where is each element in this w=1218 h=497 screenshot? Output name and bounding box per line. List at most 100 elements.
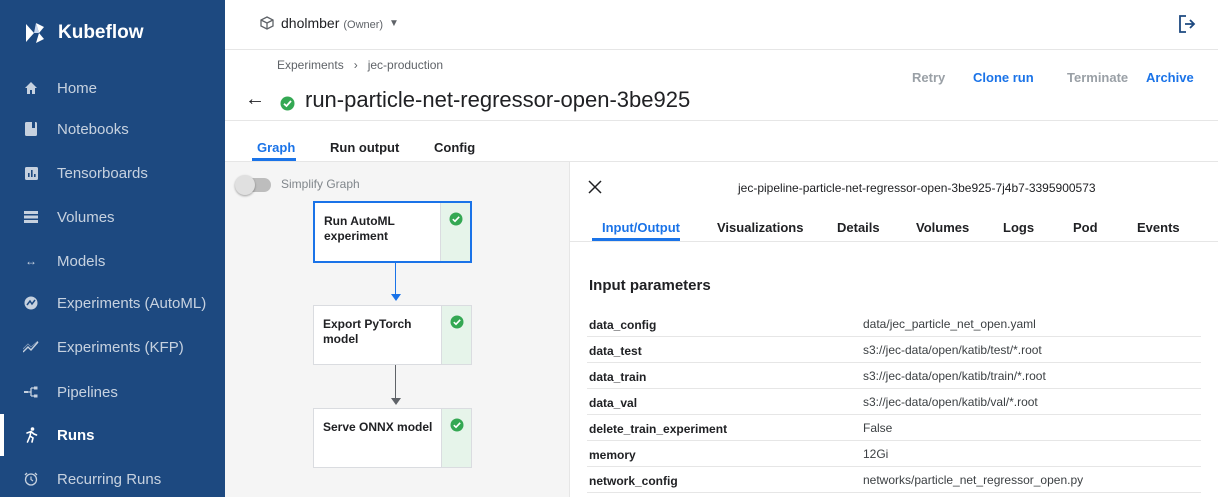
back-arrow-icon[interactable]: ← xyxy=(245,88,265,111)
page-title: run-particle-net-regressor-open-3be925 xyxy=(305,87,691,112)
kubeflow-app: Kubeflow Home Notebooks Tensorboards Vol… xyxy=(0,0,1218,497)
section-title: Input parameters xyxy=(589,277,711,294)
sidebar-item-notebooks[interactable]: Notebooks xyxy=(0,108,225,150)
caret-down-icon[interactable]: ▼ xyxy=(389,18,399,29)
kubeflow-logo-icon xyxy=(26,23,44,43)
sidebar-item-home[interactable]: Home xyxy=(0,67,225,109)
node-label: Run AutoML experiment xyxy=(324,214,395,243)
namespace-cube-icon xyxy=(260,16,274,30)
graph-edge-arrowhead xyxy=(391,398,401,405)
runs-icon xyxy=(22,426,40,444)
tab-config[interactable]: Config xyxy=(434,140,475,155)
pipeline-graph: Simplify Graph Run AutoML experiment Exp… xyxy=(225,162,569,497)
param-key: delete_train_experiment xyxy=(589,422,728,436)
sidebar-item-pipelines[interactable]: Pipelines xyxy=(0,371,225,413)
brand-name: Kubeflow xyxy=(58,22,144,43)
sidebar-item-label: Tensorboards xyxy=(57,164,148,182)
param-value: 12Gi xyxy=(863,447,889,461)
param-value: s3://jec-data/open/katib/test/*.root xyxy=(863,343,1042,357)
param-key: network_config xyxy=(589,474,678,488)
clone-run-button[interactable]: Clone run xyxy=(973,70,1034,85)
namespace-user: dholmber xyxy=(281,15,340,31)
table-row: memory 12Gi xyxy=(587,441,1201,467)
automl-icon xyxy=(22,294,40,312)
node-details-panel: jec-pipeline-particle-net-regressor-open… xyxy=(569,162,1218,497)
success-check-icon xyxy=(450,315,464,329)
node-status xyxy=(441,409,471,467)
table-row: delete_train_experiment False xyxy=(587,415,1201,441)
home-icon xyxy=(22,79,40,97)
pipelines-icon xyxy=(22,383,40,401)
volumes-icon xyxy=(22,208,40,226)
graph-node-run-automl-experiment[interactable]: Run AutoML experiment xyxy=(313,201,472,263)
param-value: False xyxy=(863,421,893,435)
sidebar-item-label: Volumes xyxy=(57,208,115,226)
tab-events[interactable]: Events xyxy=(1137,220,1180,235)
tab-volumes[interactable]: Volumes xyxy=(916,220,969,235)
sidebar-item-label: Runs xyxy=(57,426,95,444)
sidebar-item-recurring-runs[interactable]: Recurring Runs xyxy=(0,458,225,497)
tab-graph[interactable]: Graph xyxy=(257,140,295,155)
sidebar-item-experiments-kfp[interactable]: Experiments (KFP) xyxy=(0,326,225,368)
node-label: Export PyTorch model xyxy=(323,317,412,346)
tab-input-output[interactable]: Input/Output xyxy=(602,220,680,235)
close-icon[interactable] xyxy=(588,180,602,194)
sidebar-item-label: Experiments (KFP) xyxy=(57,338,184,356)
graph-edge-arrowhead xyxy=(391,294,401,301)
param-key: memory xyxy=(589,448,636,462)
param-key: data_val xyxy=(589,396,638,410)
graph-node-serve-onnx-model[interactable]: Serve ONNX model xyxy=(313,408,472,468)
simplify-graph-label: Simplify Graph xyxy=(281,177,360,191)
sidebar: Kubeflow Home Notebooks Tensorboards Vol… xyxy=(0,0,225,497)
archive-button[interactable]: Archive xyxy=(1146,70,1194,85)
graph-edge xyxy=(395,365,396,402)
sidebar-item-label: Models xyxy=(57,252,106,270)
sidebar-item-experiments-automl[interactable]: Experiments (AutoML) xyxy=(0,282,225,324)
tensorboard-icon xyxy=(22,164,40,182)
sidebar-item-volumes[interactable]: Volumes xyxy=(0,196,225,238)
tab-details[interactable]: Details xyxy=(837,220,880,235)
param-value: data/jec_particle_net_open.yaml xyxy=(863,317,1036,331)
success-check-icon xyxy=(449,212,463,226)
tab-pod[interactable]: Pod xyxy=(1073,220,1098,235)
node-status xyxy=(441,306,471,364)
tab-logs[interactable]: Logs xyxy=(1003,220,1034,235)
brand[interactable]: Kubeflow xyxy=(0,0,225,66)
graph-node-export-pytorch-model[interactable]: Export PyTorch model xyxy=(313,305,472,365)
table-row: data_config data/jec_particle_net_open.y… xyxy=(587,311,1201,337)
sidebar-item-runs[interactable]: Runs xyxy=(0,414,225,456)
simplify-graph-toggle[interactable] xyxy=(235,175,271,195)
breadcrumb-separator: › xyxy=(353,58,358,72)
sidebar-item-models[interactable]: ↔ Models xyxy=(0,240,225,282)
sidebar-item-tensorboards[interactable]: Tensorboards xyxy=(0,152,225,194)
param-value: s3://jec-data/open/katib/val/*.root xyxy=(863,395,1038,409)
param-key: data_test xyxy=(589,344,642,358)
success-check-icon xyxy=(280,96,295,111)
table-row: data_test s3://jec-data/open/katib/test/… xyxy=(587,337,1201,363)
param-value: networks/particle_net_regressor_open.py xyxy=(863,473,1084,487)
param-key: data_config xyxy=(589,318,657,332)
param-value: s3://jec-data/open/katib/train/*.root xyxy=(863,369,1046,383)
terminate-button[interactable]: Terminate xyxy=(1067,70,1128,85)
breadcrumb-experiment-link[interactable]: jec-production xyxy=(368,58,443,72)
sidebar-item-label: Recurring Runs xyxy=(57,470,162,488)
table-row: network_config networks/particle_net_reg… xyxy=(587,467,1201,493)
sidebar-item-label: Home xyxy=(57,79,98,97)
tab-visualizations[interactable]: Visualizations xyxy=(717,220,803,235)
tab-run-output[interactable]: Run output xyxy=(330,140,399,155)
notebook-icon xyxy=(22,120,40,138)
success-check-icon xyxy=(450,418,464,432)
breadcrumb: Experiments › jec-production xyxy=(277,58,443,72)
table-row: data_train s3://jec-data/open/katib/trai… xyxy=(587,363,1201,389)
sidebar-item-label: Notebooks xyxy=(57,120,129,138)
logout-icon[interactable] xyxy=(1177,14,1197,34)
breadcrumb-experiments-link[interactable]: Experiments xyxy=(277,58,344,72)
namespace-selector[interactable]: dholmber (Owner) xyxy=(281,15,383,31)
retry-button[interactable]: Retry xyxy=(912,70,945,85)
sidebar-item-label: Pipelines xyxy=(57,383,118,401)
sidebar-item-label: Experiments (AutoML) xyxy=(57,294,207,312)
input-parameters-table: data_config data/jec_particle_net_open.y… xyxy=(587,311,1201,493)
toggle-knob xyxy=(235,175,255,195)
models-icon: ↔ xyxy=(25,254,37,268)
divider xyxy=(570,241,1218,242)
